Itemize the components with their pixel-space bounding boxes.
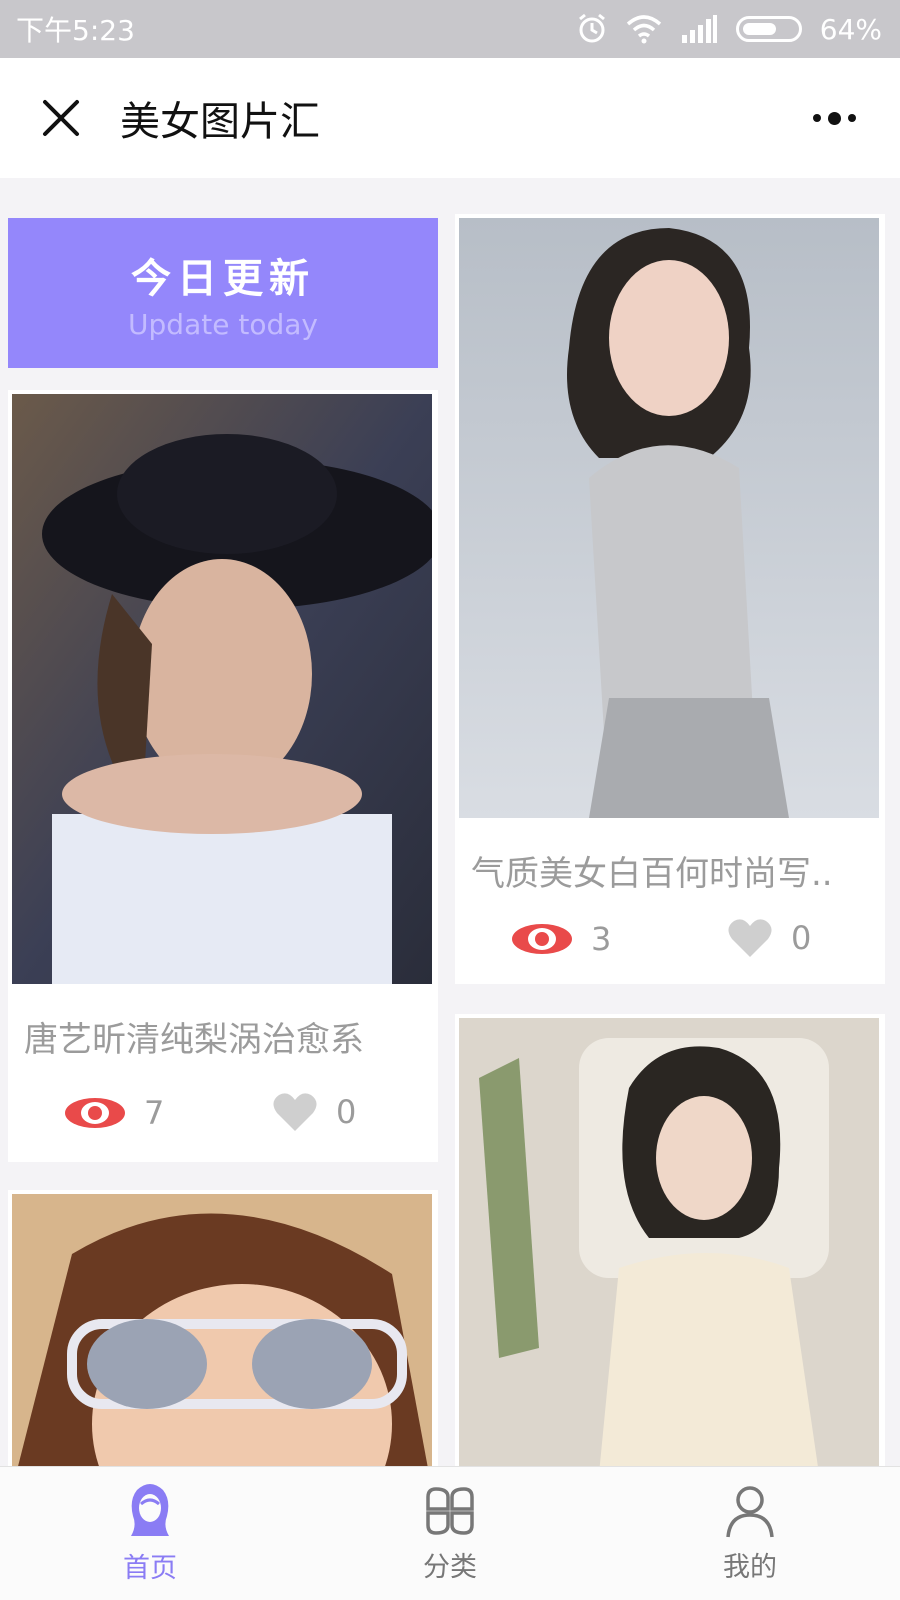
photo-card[interactable]: 气质美女白百何时尚写.. 3 0 — [455, 214, 885, 984]
view-count: 7 — [64, 1094, 164, 1132]
tab-label: 分类 — [423, 1552, 477, 1583]
tab-home[interactable]: 首页 — [0, 1467, 300, 1600]
photo-caption: 气质美女白百何时尚写.. — [471, 854, 833, 894]
eye-icon — [65, 1098, 125, 1128]
like-button[interactable]: 0 — [272, 1092, 356, 1132]
like-count-number: 0 — [336, 1093, 357, 1131]
photo-card[interactable] — [455, 1014, 885, 1466]
tab-profile[interactable]: 我的 — [600, 1467, 900, 1600]
girl-icon — [131, 1484, 169, 1536]
like-count-number: 0 — [791, 919, 812, 957]
alarm-icon — [576, 13, 608, 45]
close-button[interactable] — [26, 83, 96, 153]
photo-thumbnail[interactable] — [12, 1194, 432, 1466]
tab-label: 我的 — [723, 1552, 777, 1583]
title-bar: 美女图片汇 — [0, 58, 900, 178]
today-update-banner[interactable]: 今日更新 Update today — [8, 218, 438, 368]
tab-category[interactable]: 分类 — [300, 1467, 600, 1600]
user-icon — [726, 1486, 774, 1538]
battery-icon — [735, 16, 802, 42]
like-button[interactable]: 0 — [727, 918, 811, 958]
tab-label: 首页 — [123, 1553, 177, 1584]
photo-thumbnail[interactable] — [459, 218, 879, 818]
view-count-number: 7 — [144, 1094, 165, 1132]
banner-title: 今日更新 — [131, 254, 315, 302]
photo-thumbnail[interactable] — [459, 1018, 879, 1466]
status-time: 下午5:23 — [16, 14, 135, 47]
close-icon — [43, 100, 79, 136]
more-icon — [812, 114, 821, 122]
photo-card[interactable]: 唐艺昕清纯梨涡治愈系 7 0 — [8, 390, 438, 1162]
signal-icon — [680, 15, 718, 43]
tab-bar: 首页 分类 我的 — [0, 1466, 900, 1600]
waterfall-feed[interactable]: 今日更新 Update today 唐艺昕清纯梨涡治愈系 7 0 气质美女白百何… — [0, 178, 900, 1466]
page-title: 美女图片汇 — [120, 99, 320, 145]
view-count-number: 3 — [591, 920, 612, 958]
category-icon — [426, 1487, 474, 1535]
eye-icon — [512, 924, 572, 954]
wifi-icon — [626, 14, 662, 44]
view-count: 3 — [511, 920, 611, 958]
heart-icon — [273, 1093, 317, 1131]
banner-subtitle: Update today — [128, 307, 318, 341]
status-icons: 64% — [576, 13, 882, 46]
more-button[interactable] — [804, 96, 864, 140]
photo-thumbnail[interactable] — [12, 394, 432, 984]
photo-card[interactable] — [8, 1190, 438, 1466]
battery-percent: 64% — [819, 12, 882, 46]
status-bar: 下午5:23 64% — [0, 0, 900, 58]
photo-caption: 唐艺昕清纯梨涡治愈系 — [24, 1020, 364, 1060]
heart-icon — [728, 919, 772, 957]
